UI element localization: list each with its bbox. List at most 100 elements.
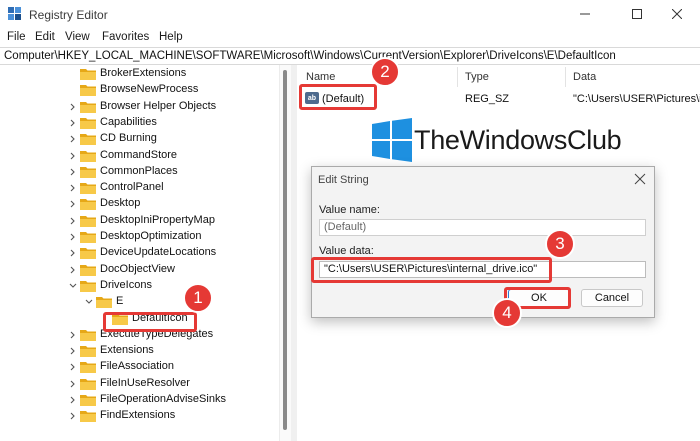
chevron-right-icon[interactable] <box>68 183 78 193</box>
tree-item-label: DriveIcons <box>100 278 152 291</box>
tree-item[interactable]: FileAssociation <box>0 359 279 375</box>
close-icon <box>672 9 682 19</box>
tree-item[interactable]: DeviceUpdateLocations <box>0 245 279 261</box>
chevron-right-icon[interactable] <box>68 232 78 242</box>
chevron-right-icon[interactable] <box>68 265 78 275</box>
close-button[interactable] <box>654 0 700 28</box>
tree-item-label: FileInUseResolver <box>100 376 190 389</box>
tree-item-label: Extensions <box>100 344 154 357</box>
tree-item-label: DesktopOptimization <box>100 230 202 242</box>
column-separator[interactable] <box>457 67 458 87</box>
edit-string-dialog: Edit String Value name: (Default) Value … <box>311 166 655 318</box>
window-title: Registry Editor <box>29 8 108 22</box>
folder-icon <box>80 248 96 260</box>
tree-item[interactable]: Extensions <box>0 343 279 359</box>
tree-item[interactable]: CommandStore <box>0 148 279 164</box>
tree-item[interactable]: BrowseNewProcess <box>0 82 279 98</box>
column-header-data[interactable]: Data <box>573 71 596 83</box>
tree-item[interactable]: DesktopIniPropertyMap <box>0 213 279 229</box>
folder-icon <box>80 215 96 227</box>
tree-item[interactable]: DriveIcons <box>0 278 279 294</box>
chevron-right-icon[interactable] <box>68 395 78 405</box>
folder-icon <box>80 329 96 341</box>
folder-icon <box>96 297 112 309</box>
value-name-field: (Default) <box>319 219 646 236</box>
menu-favorites[interactable]: Favorites <box>102 31 149 43</box>
tree-item-label: Desktop <box>100 197 141 210</box>
folder-icon <box>80 199 96 211</box>
tree-item-label: FindExtensions <box>100 409 176 422</box>
tree-item[interactable]: DesktopOptimization <box>0 229 279 245</box>
menu-file[interactable]: File <box>7 31 26 43</box>
cancel-button[interactable]: Cancel <box>581 289 643 307</box>
tree-item[interactable]: Browser Helper Objects <box>0 99 279 115</box>
tree-item[interactable]: FindExtensions <box>0 408 279 424</box>
tree-item[interactable]: FileOperationAdviseSinks <box>0 392 279 408</box>
folder-icon <box>80 378 96 390</box>
tree-item-label: BrowseNewProcess <box>100 83 199 96</box>
chevron-right-icon[interactable] <box>68 118 78 128</box>
highlight-box-defaulticon <box>103 312 197 332</box>
folder-icon <box>80 280 96 292</box>
folder-icon <box>80 411 96 423</box>
folder-icon <box>80 101 96 113</box>
menu-edit[interactable]: Edit <box>35 31 55 43</box>
chevron-right-icon[interactable] <box>68 151 78 161</box>
folder-icon <box>80 85 96 97</box>
folder-icon <box>80 117 96 129</box>
tree-item-label: CD Burning <box>100 132 157 145</box>
folder-icon <box>80 232 96 243</box>
chevron-right-icon[interactable] <box>68 346 78 356</box>
tree-item[interactable]: BrokerExtensions <box>0 66 279 82</box>
tree-scrollbar-thumb[interactable] <box>283 70 287 430</box>
tree-item[interactable]: Capabilities <box>0 115 279 131</box>
title-bar: Registry Editor <box>0 0 700 28</box>
tree-item-label: CommonPlaces <box>100 164 178 177</box>
tree-item[interactable]: FileInUseResolver <box>0 376 279 392</box>
tree-item[interactable]: Desktop <box>0 196 279 212</box>
tree-item[interactable]: CD Burning <box>0 131 279 147</box>
dialog-title: Edit String <box>318 174 369 186</box>
highlight-box-value-data <box>311 257 552 283</box>
menu-help[interactable]: Help <box>159 31 183 43</box>
tree-item-label: ControlPanel <box>100 181 164 194</box>
chevron-right-icon[interactable] <box>68 248 78 258</box>
chevron-down-icon[interactable] <box>68 281 78 291</box>
folder-icon <box>80 183 96 195</box>
column-header-name[interactable]: Name <box>306 71 335 83</box>
folder-icon <box>80 166 96 178</box>
chevron-right-icon[interactable] <box>68 199 78 209</box>
folder-icon <box>80 395 96 406</box>
value-type: REG_SZ <box>465 93 510 105</box>
step-badge-4: 4 <box>492 298 522 328</box>
column-separator[interactable] <box>565 67 566 87</box>
key-tree: BrokerExtensions BrowseNewProcess Browser … <box>0 65 290 441</box>
chevron-right-icon[interactable] <box>68 216 78 226</box>
highlight-box-default-value <box>299 84 377 110</box>
tree-item-label: CommandStore <box>100 148 178 161</box>
chevron-right-icon[interactable] <box>68 102 78 112</box>
address-bar[interactable]: Computer\HKEY_LOCAL_MACHINE\SOFTWARE\Mic… <box>0 47 700 65</box>
menu-view[interactable]: View <box>65 31 90 43</box>
tree-item[interactable]: DocObjectView <box>0 262 279 278</box>
watermark-text: TheWindowsClub <box>414 125 622 155</box>
chevron-right-icon[interactable] <box>68 362 78 372</box>
folder-icon <box>80 362 96 374</box>
chevron-right-icon[interactable] <box>68 134 78 144</box>
tree-item[interactable]: E <box>0 294 279 310</box>
tree-item[interactable]: CommonPlaces <box>0 164 279 180</box>
tree-item-label: BrokerExtensions <box>100 67 187 79</box>
dialog-close-icon[interactable] <box>634 173 646 185</box>
chevron-right-icon[interactable] <box>68 167 78 177</box>
tree-item-label: FileAssociation <box>100 360 174 373</box>
tree-item[interactable]: ControlPanel <box>0 180 279 196</box>
chevron-right-icon[interactable] <box>68 330 78 340</box>
folder-icon <box>80 264 96 276</box>
minimize-button[interactable] <box>562 0 608 28</box>
chevron-right-icon[interactable] <box>68 411 78 421</box>
chevron-right-icon[interactable] <box>68 379 78 389</box>
address-path[interactable]: Computer\HKEY_LOCAL_MACHINE\SOFTWARE\Mic… <box>4 50 616 62</box>
step-badge-3: 3 <box>545 229 575 259</box>
column-header-type[interactable]: Type <box>465 71 489 83</box>
chevron-down-icon[interactable] <box>84 297 94 307</box>
